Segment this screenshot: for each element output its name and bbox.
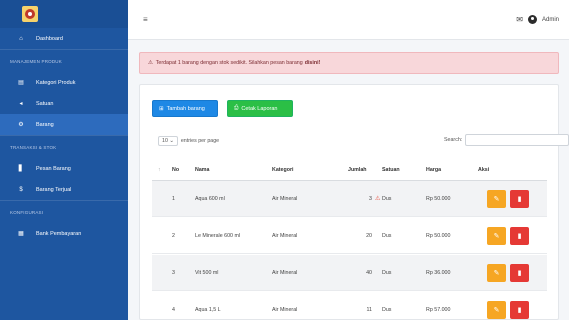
delete-button[interactable]: ▮ (510, 190, 529, 208)
edit-button[interactable]: ✎ (487, 227, 506, 245)
sidebar-section: TRANSAKSI & STOK (0, 135, 128, 158)
entries-select[interactable]: 10 ⌄ (158, 136, 178, 146)
table-row: 1 Aqua 600 ml Air Mineral 3 ⚠ Dus Rp 50.000 ✎ ▮ (152, 181, 547, 217)
cell-harga: Rp 36.000 (426, 269, 451, 276)
table-header: ↑ No Nama Kategori Jumlah Satuan Harga A… (152, 160, 547, 181)
sidebar-item-satuan[interactable]: ◂ Satuan (0, 93, 128, 114)
sidebar-item-dashboard[interactable]: ⌂ Dashboard (0, 28, 128, 49)
entries-control: 10 ⌄ entries per page (158, 136, 219, 146)
topbar-user-area: ✉ Admin (516, 15, 559, 24)
print-report-label: Cetak Laporan (241, 105, 278, 112)
warning-icon: ⚠ (148, 60, 153, 66)
box-icon: ⚙ (18, 122, 24, 128)
add-item-label: Tambah barang (166, 105, 205, 112)
tag-icon: ◂ (19, 101, 23, 107)
low-stock-warning-icon: ⚠ (375, 196, 381, 202)
cell-no: 3 (172, 269, 175, 276)
sidebar-nav: ⌂ Dashboard MANAJEMEN PRODUK ▤ Kategori Prod… (0, 28, 128, 244)
table-row: 3 Vit 500 ml Air Mineral 40 Dus Rp 36.000 ✎ ▮ (152, 255, 547, 291)
cell-nama: Le Minerale 600 ml (195, 232, 241, 239)
cell-satuan: Dus (382, 306, 392, 313)
sidebar-item-bank-pembayaran[interactable]: ▦ Bank Pembayaran (0, 223, 128, 244)
search-input[interactable] (465, 134, 569, 146)
cell-harga: Rp 57.000 (426, 306, 451, 313)
sold-icon: $ (19, 186, 23, 193)
cell-nama: Aqua 1,5 L (195, 306, 221, 313)
sidebar-section: KONFIGURASI (0, 200, 128, 223)
cell-satuan: Dus (382, 232, 392, 239)
alert-link[interactable]: disini! (305, 60, 321, 66)
header-jumlah[interactable]: Jumlah (348, 160, 367, 180)
table-row: 2 Le Minerale 600 ml Air Mineral 20 Dus Rp 50… (152, 218, 547, 254)
delete-button[interactable]: ▮ (510, 301, 529, 319)
sidebar-item-pesan-barang[interactable]: ▋ Pesan Barang (0, 158, 128, 179)
cell-satuan: Dus (382, 195, 392, 202)
sidebar-item-label: Satuan (36, 100, 54, 107)
cell-harga: Rp 50.000 (426, 232, 451, 239)
header-no[interactable]: No (172, 160, 179, 180)
sidebar-item-barang[interactable]: ⚙ Barang (0, 114, 128, 135)
search-control: Search: (444, 134, 569, 146)
delete-button[interactable]: ▮ (510, 227, 529, 245)
cell-no: 1 (172, 195, 175, 202)
sidebar-item-label: Barang (36, 121, 54, 128)
add-icon: ⊞ (159, 105, 164, 112)
header-nama[interactable]: Nama (195, 160, 209, 180)
menu-toggle-icon[interactable]: ≡ (143, 15, 148, 24)
sidebar-item-barang-terjual[interactable]: $ Barang Terjual (0, 179, 128, 200)
mail-icon[interactable]: ✉ (516, 15, 523, 24)
cell-no: 4 (172, 306, 175, 313)
logo (22, 6, 38, 22)
cell-jumlah: 3 (369, 195, 372, 202)
header-aksi: Aksi (478, 167, 490, 173)
header-harga[interactable]: Harga (426, 160, 441, 180)
category-icon: ▤ (18, 80, 24, 86)
edit-button[interactable]: ✎ (487, 190, 506, 208)
add-item-button[interactable]: ⊞ Tambah barang (152, 100, 218, 117)
print-report-button[interactable]: ⎙ Cetak Laporan (227, 100, 293, 117)
user-name[interactable]: Admin (542, 17, 559, 23)
cell-jumlah: 20 (366, 232, 372, 239)
brand[interactable] (0, 0, 128, 28)
sidebar-item-label: Bank Pembayaran (36, 230, 82, 237)
header-kategori[interactable]: Kategori (272, 160, 294, 180)
edit-button[interactable]: ✎ (487, 264, 506, 282)
cell-jumlah: 40 (366, 269, 372, 276)
table-row: 4 Aqua 1,5 L Air Mineral 11 Dus Rp 57.000 ✎ ▮ (152, 292, 547, 320)
sidebar: ⌂ Dashboard MANAJEMEN PRODUK ▤ Kategori Prod… (0, 0, 128, 320)
cell-kategori: Air Mineral (272, 232, 298, 239)
cell-no: 2 (172, 232, 175, 239)
low-stock-alert: ⚠ Terdapat 1 barang dengan stok sedikit.… (139, 52, 559, 74)
cell-nama: Vit 500 ml (195, 269, 219, 276)
bank-icon: ▦ (18, 231, 24, 237)
sidebar-item-label: Barang Terjual (36, 186, 72, 193)
cell-kategori: Air Mineral (272, 195, 298, 202)
sort-icon[interactable]: ↑ (158, 160, 161, 180)
sidebar-item-label: Pesan Barang (36, 165, 71, 172)
cell-jumlah: 11 (366, 306, 373, 313)
cell-kategori: Air Mineral (272, 269, 298, 276)
print-icon: ⎙ (234, 105, 239, 111)
sidebar-item-kategori-produk[interactable]: ▤ Kategori Produk (0, 72, 128, 93)
edit-button[interactable]: ✎ (487, 301, 506, 319)
entries-label: entries per page (180, 138, 220, 144)
sidebar-item-label: Dashboard (36, 35, 63, 42)
header-satuan[interactable]: Satuan (382, 160, 400, 180)
cell-kategori: Air Mineral (272, 306, 298, 313)
cell-nama: Aqua 600 ml (195, 195, 225, 202)
order-icon: ▋ (18, 166, 24, 172)
alert-text: Terdapat 1 barang dengan stok sedikit. S… (155, 60, 303, 66)
entries-value: 10 (162, 138, 168, 144)
avatar[interactable] (527, 15, 537, 24)
cell-satuan: Dus (382, 269, 392, 276)
home-icon: ⌂ (19, 35, 23, 42)
sidebar-section: MANAJEMEN PRODUK (0, 49, 128, 72)
sidebar-item-label: Kategori Produk (36, 79, 76, 86)
delete-button[interactable]: ▮ (510, 264, 529, 282)
topbar: ≡ ✉ Admin (128, 0, 569, 40)
cell-harga: Rp 50.000 (426, 195, 451, 202)
search-label: Search: (444, 137, 463, 143)
